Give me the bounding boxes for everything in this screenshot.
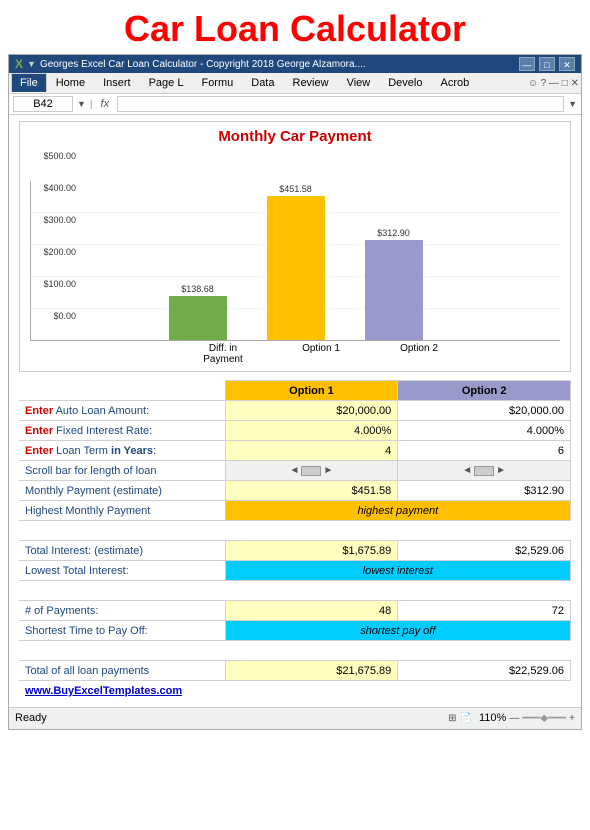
table-row: Enter Loan Term in Years: 4 6 bbox=[19, 441, 571, 461]
bar-option1: $451.58 bbox=[267, 184, 325, 340]
spacer-row bbox=[19, 581, 571, 601]
highlight-row: Shortest Time to Pay Off: shortest pay o… bbox=[19, 621, 571, 641]
tab-home[interactable]: Home bbox=[47, 73, 94, 93]
tab-develo[interactable]: Develo bbox=[379, 73, 431, 93]
term-v1[interactable]: 4 bbox=[225, 441, 398, 461]
spreadsheet-content: Monthly Car Payment $500.00 $400.00 $300… bbox=[9, 115, 581, 707]
excel-logo-icon: X bbox=[15, 57, 23, 71]
fx-label: fx bbox=[97, 98, 114, 110]
page-title: Car Loan Calculator bbox=[0, 0, 590, 54]
scroll-thumb[interactable] bbox=[301, 466, 321, 476]
tab-pagel[interactable]: Page L bbox=[140, 73, 193, 93]
cell-reference[interactable] bbox=[13, 96, 73, 112]
scroll-right2-icon[interactable]: ► bbox=[496, 465, 506, 476]
total-row: Total of all loan payments $21,675.89 $2… bbox=[19, 661, 571, 681]
table-row: Monthly Payment (estimate) $451.58 $312.… bbox=[19, 481, 571, 501]
interest-v1[interactable]: 4.000% bbox=[225, 421, 398, 441]
table-row: # of Payments: 48 72 bbox=[19, 601, 571, 621]
bar-option2-value: $312.90 bbox=[377, 228, 410, 238]
minimize-button[interactable]: — bbox=[519, 57, 535, 71]
tab-formu[interactable]: Formu bbox=[192, 73, 242, 93]
scrollbar-v1[interactable]: ◄ ► bbox=[225, 461, 398, 481]
excel-title: Georges Excel Car Loan Calculator - Copy… bbox=[40, 59, 515, 70]
excel-titlebar: X ▼ Georges Excel Car Loan Calculator - … bbox=[9, 55, 581, 73]
chart-container: Monthly Car Payment $500.00 $400.00 $300… bbox=[19, 121, 571, 372]
scrollbar-row: Scroll bar for length of loan ◄ ► ◄ ► bbox=[19, 461, 571, 481]
total-payments-v2: $22,529.06 bbox=[398, 661, 571, 681]
highest-payment-label: highest payment bbox=[225, 501, 570, 521]
x-label-diff: Diff. in Payment bbox=[194, 343, 252, 365]
close-button[interactable]: ✕ bbox=[559, 57, 575, 71]
x-label-option1: Option 1 bbox=[292, 343, 350, 365]
bar-option2: $312.90 bbox=[365, 228, 423, 340]
loan-amount-v1[interactable]: $20,000.00 bbox=[225, 401, 398, 421]
term-v2[interactable]: 6 bbox=[398, 441, 571, 461]
tab-view[interactable]: View bbox=[338, 73, 380, 93]
spacer-row bbox=[19, 521, 571, 541]
website-link[interactable]: www.BuyExcelTemplates.com bbox=[19, 681, 571, 701]
data-table: Option 1 Option 2 Enter Auto Loan Amount… bbox=[19, 380, 571, 701]
table-row: Total Interest: (estimate) $1,675.89 $2,… bbox=[19, 541, 571, 561]
scroll-left-icon[interactable]: ◄ bbox=[290, 465, 300, 476]
total-payments-v1: $21,675.89 bbox=[225, 661, 398, 681]
total-interest-v2: $2,529.06 bbox=[398, 541, 571, 561]
status-icons: ⊞ 📄 110% — ━━━◆━━━ + bbox=[448, 712, 575, 724]
tab-acrob[interactable]: Acrob bbox=[431, 73, 478, 93]
formula-bar-separator: | bbox=[90, 99, 93, 110]
ribbon: File Home Insert Page L Formu Data Revie… bbox=[9, 73, 581, 94]
tab-insert[interactable]: Insert bbox=[94, 73, 140, 93]
shortest-payoff-label: shortest pay off bbox=[225, 621, 570, 641]
sheet-icon[interactable]: ⊞ bbox=[448, 713, 456, 724]
x-label-option2: Option 2 bbox=[390, 343, 448, 365]
bar-diff: $138.68 bbox=[169, 284, 227, 340]
scroll-thumb2[interactable] bbox=[474, 466, 494, 476]
payments-v2: 72 bbox=[398, 601, 571, 621]
scroll-right-icon[interactable]: ► bbox=[323, 465, 333, 476]
bar-option2-rect bbox=[365, 240, 423, 340]
bar-option1-value: $451.58 bbox=[279, 184, 312, 194]
tab-data[interactable]: Data bbox=[242, 73, 283, 93]
scrollbar-v2[interactable]: ◄ ► bbox=[398, 461, 571, 481]
link-row: www.BuyExcelTemplates.com bbox=[19, 681, 571, 701]
status-bar: Ready ⊞ 📄 110% — ━━━◆━━━ + bbox=[9, 707, 581, 729]
excel-window: X ▼ Georges Excel Car Loan Calculator - … bbox=[8, 54, 582, 730]
bar-option1-rect bbox=[267, 196, 325, 340]
interest-v2[interactable]: 4.000% bbox=[398, 421, 571, 441]
page-icon[interactable]: 📄 bbox=[460, 713, 472, 724]
chart-x-labels: Diff. in Payment Option 1 Option 2 bbox=[30, 343, 560, 365]
loan-amount-v2[interactable]: $20,000.00 bbox=[398, 401, 571, 421]
y-label-500: $500.00 bbox=[43, 151, 76, 161]
monthly-v2: $312.90 bbox=[398, 481, 571, 501]
highlight-row: Highest Monthly Payment highest payment bbox=[19, 501, 571, 521]
table-row: Enter Fixed Interest Rate: 4.000% 4.000% bbox=[19, 421, 571, 441]
option2-header: Option 2 bbox=[398, 381, 571, 401]
zoom-slider[interactable]: ━━━◆━━━ bbox=[522, 713, 566, 724]
highlight-row: Lowest Total Interest: lowest interest bbox=[19, 561, 571, 581]
header-row: Option 1 Option 2 bbox=[19, 381, 571, 401]
formula-bar: ▼ | fx ▼ bbox=[9, 94, 581, 115]
total-interest-v1: $1,675.89 bbox=[225, 541, 398, 561]
bar-diff-value: $138.68 bbox=[181, 284, 214, 294]
maximize-button[interactable]: □ bbox=[539, 57, 555, 71]
status-ready: Ready bbox=[15, 712, 47, 724]
zoom-out-icon[interactable]: — bbox=[509, 713, 519, 724]
chart-bars-area: $138.68 $451.58 $312.90 bbox=[30, 181, 560, 341]
lowest-interest-label: lowest interest bbox=[225, 561, 570, 581]
bar-diff-rect bbox=[169, 296, 227, 340]
formula-input[interactable] bbox=[117, 96, 564, 112]
table-row: Enter Auto Loan Amount: $20,000.00 $20,0… bbox=[19, 401, 571, 421]
chart-area: $500.00 $400.00 $300.00 $200.00 $100.00 … bbox=[30, 151, 560, 341]
ribbon-tabs: File Home Insert Page L Formu Data Revie… bbox=[9, 73, 581, 93]
payments-v1: 48 bbox=[225, 601, 398, 621]
zoom-level: 110% bbox=[479, 712, 506, 724]
monthly-v1: $451.58 bbox=[225, 481, 398, 501]
option1-header: Option 1 bbox=[225, 381, 398, 401]
scroll-left2-icon[interactable]: ◄ bbox=[462, 465, 472, 476]
zoom-in-icon[interactable]: + bbox=[569, 713, 575, 724]
tab-file[interactable]: File bbox=[11, 73, 47, 93]
chart-title: Monthly Car Payment bbox=[30, 128, 560, 145]
spacer-row bbox=[19, 641, 571, 661]
tab-review[interactable]: Review bbox=[284, 73, 338, 93]
